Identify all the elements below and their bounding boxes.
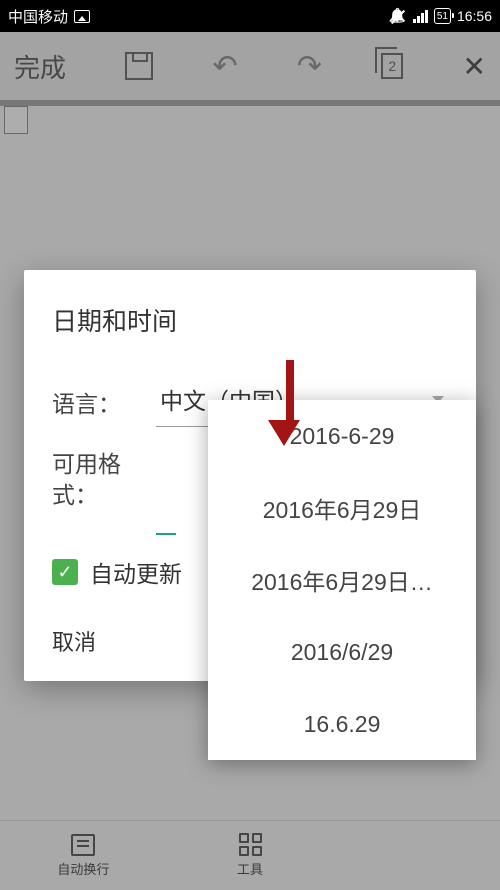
dialog-title: 日期和时间: [52, 302, 448, 338]
format-label: 可用格式：: [52, 449, 156, 511]
format-option[interactable]: 2016年6月29日: [208, 472, 476, 544]
format-option[interactable]: 2016/6/29: [208, 616, 476, 688]
signal-icon: [413, 10, 428, 23]
auto-update-label: 自动更新: [90, 555, 182, 589]
auto-update-checkbox[interactable]: ✓: [52, 559, 78, 585]
format-option[interactable]: 2016-6-29: [208, 400, 476, 472]
format-field-stub: [156, 511, 176, 535]
carrier-label: 中国移动: [8, 6, 68, 27]
battery-icon: 51: [434, 8, 451, 24]
silent-icon: [389, 7, 407, 25]
language-label: 语言：: [52, 385, 156, 419]
format-option[interactable]: 2016年6月29日…: [208, 544, 476, 616]
clock: 16:56: [457, 8, 492, 24]
status-bar: 中国移动 51 16:56: [0, 0, 500, 32]
arrow-annotation: [280, 360, 300, 446]
picture-icon: [74, 10, 90, 23]
format-dropdown: 2016-6-29 2016年6月29日 2016年6月29日… 2016/6/…: [208, 400, 476, 760]
format-option[interactable]: 16.6.29: [208, 688, 476, 760]
